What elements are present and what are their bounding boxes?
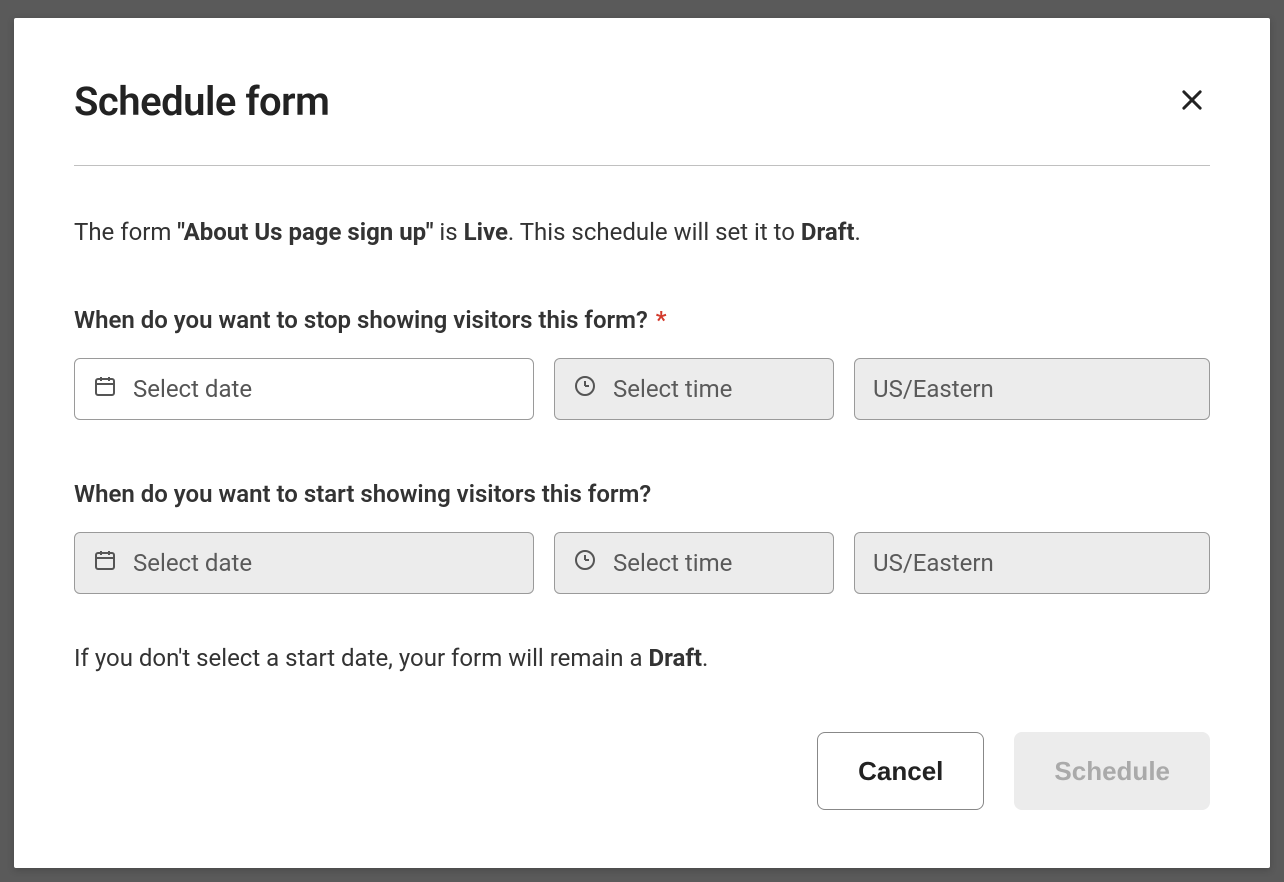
stop-time-input[interactable]: Select time (554, 358, 834, 420)
status-state-draft: Draft (801, 218, 855, 246)
status-prefix: The form (74, 218, 177, 246)
modal-footer: Cancel Schedule (74, 732, 1210, 810)
start-timezone-select[interactable]: US/Eastern (854, 532, 1210, 594)
status-suffix: . (854, 218, 860, 246)
stop-date-input[interactable]: Select date (74, 358, 534, 420)
status-line: The form "About Us page sign up" is Live… (74, 214, 1210, 250)
stop-timezone-select[interactable]: US/Eastern (854, 358, 1210, 420)
stop-input-row: Select date Select time US/Eastern (74, 358, 1210, 420)
modal-title: Schedule form (74, 78, 329, 125)
close-icon (1178, 86, 1206, 117)
start-time-input[interactable]: Select time (554, 532, 834, 594)
start-date-placeholder: Select date (133, 549, 252, 577)
clock-icon (573, 374, 597, 404)
note-prefix: If you don't select a start date, your f… (74, 644, 648, 672)
status-mid2: . This schedule will set it to (508, 218, 801, 246)
start-date-input[interactable]: Select date (74, 532, 534, 594)
start-showing-label-text: When do you want to start showing visito… (74, 480, 651, 508)
schedule-button[interactable]: Schedule (1014, 732, 1210, 810)
start-time-placeholder: Select time (613, 549, 732, 577)
stop-showing-section: When do you want to stop showing visitor… (74, 306, 1210, 420)
start-showing-label: When do you want to start showing visito… (74, 480, 1210, 508)
status-form-name: "About Us page sign up" (177, 218, 433, 246)
divider (74, 165, 1210, 166)
start-showing-section: When do you want to start showing visito… (74, 480, 1210, 594)
stop-showing-label-text: When do you want to stop showing visitor… (74, 306, 648, 334)
status-state-live: Live (464, 218, 508, 246)
note-suffix: . (702, 644, 708, 672)
modal-header: Schedule form (74, 78, 1210, 125)
stop-showing-label: When do you want to stop showing visitor… (74, 306, 1210, 334)
note-bold: Draft (648, 644, 702, 672)
stop-time-placeholder: Select time (613, 375, 732, 403)
start-input-row: Select date Select time US/Eastern (74, 532, 1210, 594)
schedule-form-modal: Schedule form The form "About Us page si… (14, 18, 1270, 868)
clock-icon (573, 548, 597, 578)
calendar-icon (93, 548, 117, 578)
required-indicator: * (656, 306, 667, 334)
status-mid1: is (433, 218, 463, 246)
start-timezone-value: US/Eastern (873, 549, 994, 577)
cancel-button[interactable]: Cancel (817, 732, 984, 810)
stop-timezone-value: US/Eastern (873, 375, 994, 403)
close-button[interactable] (1174, 82, 1210, 121)
calendar-icon (93, 374, 117, 404)
stop-date-placeholder: Select date (133, 375, 252, 403)
note-line: If you don't select a start date, your f… (74, 644, 1210, 672)
